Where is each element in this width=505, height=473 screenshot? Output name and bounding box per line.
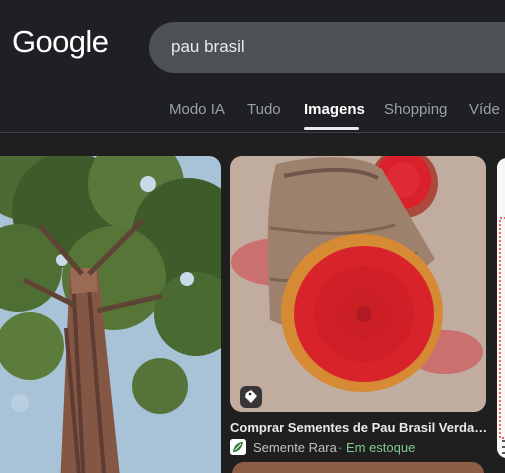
search-tabs: Modo IA Tudo Imagens Shopping Víde	[0, 101, 505, 131]
header: Google pau brasil Modo IA Tudo Imagens S…	[0, 0, 505, 133]
image-result-tree[interactable]	[0, 156, 221, 473]
tag-icon	[245, 390, 257, 403]
partial-document-thumbnail	[497, 158, 505, 458]
tree-photo	[0, 156, 221, 473]
active-tab-indicator	[304, 127, 359, 130]
search-bar[interactable]: pau brasil	[149, 22, 505, 73]
next-row-image-peek[interactable]	[232, 462, 484, 473]
google-logo[interactable]: Google	[12, 24, 109, 60]
tab-tudo[interactable]: Tudo	[247, 101, 281, 118]
tab-videos[interactable]: Víde	[469, 101, 500, 118]
tab-shopping[interactable]: Shopping	[384, 101, 447, 118]
shopping-tag-badge	[240, 386, 262, 408]
wood-log-photo	[230, 156, 486, 412]
result-title[interactable]: Comprar Sementes de Pau Brasil Verdadei.…	[230, 420, 492, 435]
header-divider	[0, 132, 505, 133]
leaf-icon	[230, 439, 246, 455]
tab-modo-ia[interactable]: Modo IA	[169, 101, 225, 118]
tab-imagens[interactable]: Imagens	[304, 101, 365, 118]
semente-rara-favicon	[230, 439, 246, 455]
google-images-results-page: Google pau brasil Modo IA Tudo Imagens S…	[0, 0, 505, 473]
availability: · Em estoque	[338, 440, 415, 455]
result-source: Semente Rara	[253, 440, 337, 455]
availability-label: Em estoque	[345, 440, 416, 455]
search-input[interactable]: pau brasil	[171, 37, 245, 57]
image-result-partial-document[interactable]	[497, 158, 505, 458]
availability-separator: ·	[338, 440, 343, 455]
image-result-pau-brasil-wood[interactable]	[230, 156, 486, 412]
